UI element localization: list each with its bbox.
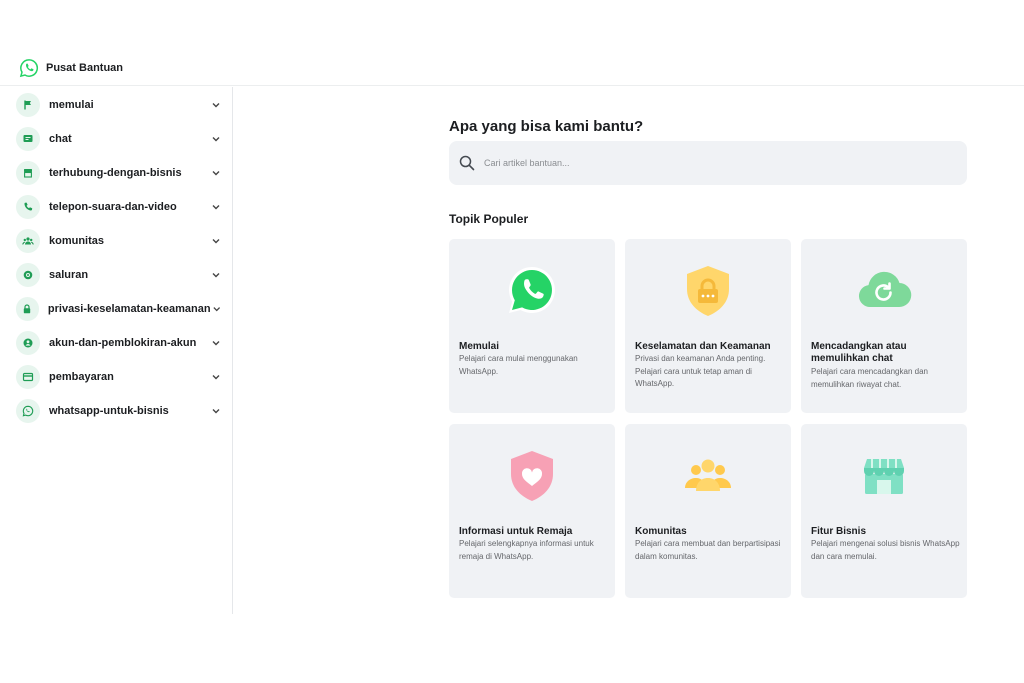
- topic-card-informasi-untuk-remaja[interactable]: Informasi untuk Remaja Pelajari selengka…: [449, 424, 615, 598]
- chevron-down-icon[interactable]: [210, 371, 222, 383]
- card-title: Mencadangkan atau memulihkan chat: [811, 341, 907, 364]
- card-title: Informasi untuk Remaja: [459, 526, 573, 537]
- card-description: Pelajari cara mulai menggunakan WhatsApp…: [459, 354, 578, 376]
- whatsapp-icon: [22, 405, 34, 417]
- chevron-down-icon[interactable]: [210, 201, 222, 213]
- cloud-backup-icon: [858, 271, 912, 308]
- sidebar-item-label: chat: [49, 133, 72, 145]
- chevron-down-icon[interactable]: [210, 269, 222, 281]
- sidebar-item-terhubung-dengan-bisnis[interactable]: terhubung-dengan-bisnis: [16, 158, 226, 188]
- popular-topics-title: Topik Populer: [449, 212, 529, 226]
- search-input[interactable]: [484, 158, 884, 168]
- flag-icon: [24, 100, 31, 110]
- sidebar-item-pembayaran[interactable]: pembayaran: [16, 362, 226, 392]
- shield-lock-icon: [687, 266, 729, 316]
- lock-icon: [24, 304, 31, 314]
- sidebar-item-label: pembayaran: [49, 371, 114, 383]
- card-title: Komunitas: [635, 526, 687, 537]
- card-title: Keselamatan dan Keamanan: [635, 341, 771, 352]
- topic-card-memulai[interactable]: Memulai Pelajari cara mulai menggunakan …: [449, 239, 615, 413]
- channel-icon: [23, 270, 33, 280]
- sidebar-item-whatsapp-untuk-bisnis[interactable]: whatsapp-untuk-bisnis: [16, 396, 226, 426]
- sidebar-item-chat[interactable]: chat: [16, 124, 226, 154]
- sidebar-item-label: telepon-suara-dan-video: [49, 201, 177, 213]
- chevron-down-icon[interactable]: [210, 167, 222, 179]
- sidebar-item-saluran[interactable]: saluran: [16, 260, 226, 290]
- chevron-down-icon[interactable]: [210, 405, 222, 417]
- card-icon: [22, 372, 34, 382]
- card-description: Pelajari cara membuat dan berpartisipasi…: [635, 539, 781, 561]
- sidebar-item-telepon-suara-dan-video[interactable]: telepon-suara-dan-video: [16, 192, 226, 222]
- sidebar-item-label: saluran: [49, 269, 89, 281]
- account-icon: [23, 338, 33, 348]
- card-description: Pelajari cara mencadangkan dan memulihka…: [811, 367, 928, 389]
- top-header: Pusat Bantuan: [0, 0, 1024, 86]
- chevron-down-icon[interactable]: [210, 133, 222, 145]
- search-icon: [459, 155, 475, 171]
- topic-card-keselamatan-dan-keamanan[interactable]: Keselamatan dan Keamanan Privasi dan kea…: [625, 239, 791, 413]
- card-description: Pelajari selengkapnya informasi untuk re…: [459, 539, 594, 561]
- brand-title: Pusat Bantuan: [46, 62, 124, 74]
- store-icon: [24, 169, 32, 178]
- phone-icon: [24, 202, 33, 211]
- sidebar-item-memulai[interactable]: memulai: [16, 90, 226, 120]
- people-icon: [22, 237, 34, 245]
- sidebar-item-label: whatsapp-untuk-bisnis: [49, 405, 169, 417]
- search-bar[interactable]: [449, 141, 967, 185]
- topic-card-fitur-bisnis[interactable]: Fitur Bisnis Pelajari mengenai solusi bi…: [801, 424, 967, 598]
- chat-icon: [23, 135, 33, 142]
- page-title: Apa yang bisa kami bantu?: [449, 118, 644, 135]
- chevron-down-icon[interactable]: [211, 303, 222, 315]
- sidebar-item-label: komunitas: [49, 235, 105, 247]
- card-description: Pelajari mengenai solusi bisnis WhatsApp…: [811, 539, 960, 561]
- whatsapp-logo-icon: [19, 59, 38, 78]
- topic-card-komunitas[interactable]: Komunitas Pelajari cara membuat dan berp…: [625, 424, 791, 598]
- chevron-down-icon[interactable]: [210, 337, 222, 349]
- sidebar-item-privasi-keselamatan-keamanan[interactable]: privasi-keselamatan-keamanan: [16, 294, 226, 324]
- sidebar: memulai chat terhubung-dengan-bisnis tel…: [0, 87, 233, 614]
- sidebar-item-label: memulai: [49, 99, 94, 111]
- card-title: Memulai: [459, 341, 500, 352]
- whatsapp-logo-icon: [509, 267, 555, 313]
- community-icon: [685, 459, 731, 491]
- chevron-down-icon[interactable]: [210, 99, 222, 111]
- sidebar-item-label: privasi-keselamatan-keamanan: [47, 303, 211, 315]
- sidebar-item-akun-dan-pemblokiran-akun[interactable]: akun-dan-pemblokiran-akun: [16, 328, 226, 358]
- sidebar-item-label: terhubung-dengan-bisnis: [49, 167, 182, 179]
- card-title: Fitur Bisnis: [811, 526, 867, 537]
- chevron-down-icon[interactable]: [210, 235, 222, 247]
- sidebar-item-komunitas[interactable]: komunitas: [16, 226, 226, 256]
- sidebar-item-label: akun-dan-pemblokiran-akun: [49, 337, 197, 349]
- shield-heart-icon: [511, 451, 553, 501]
- storefront-icon: [864, 459, 904, 494]
- topic-card-mencadangkan-chat[interactable]: Mencadangkan atau memulihkan chat Pelaja…: [801, 239, 967, 413]
- brand[interactable]: Pusat Bantuan: [19, 58, 123, 78]
- card-description: Privasi dan keamanan Anda penting. Pelaj…: [635, 354, 766, 388]
